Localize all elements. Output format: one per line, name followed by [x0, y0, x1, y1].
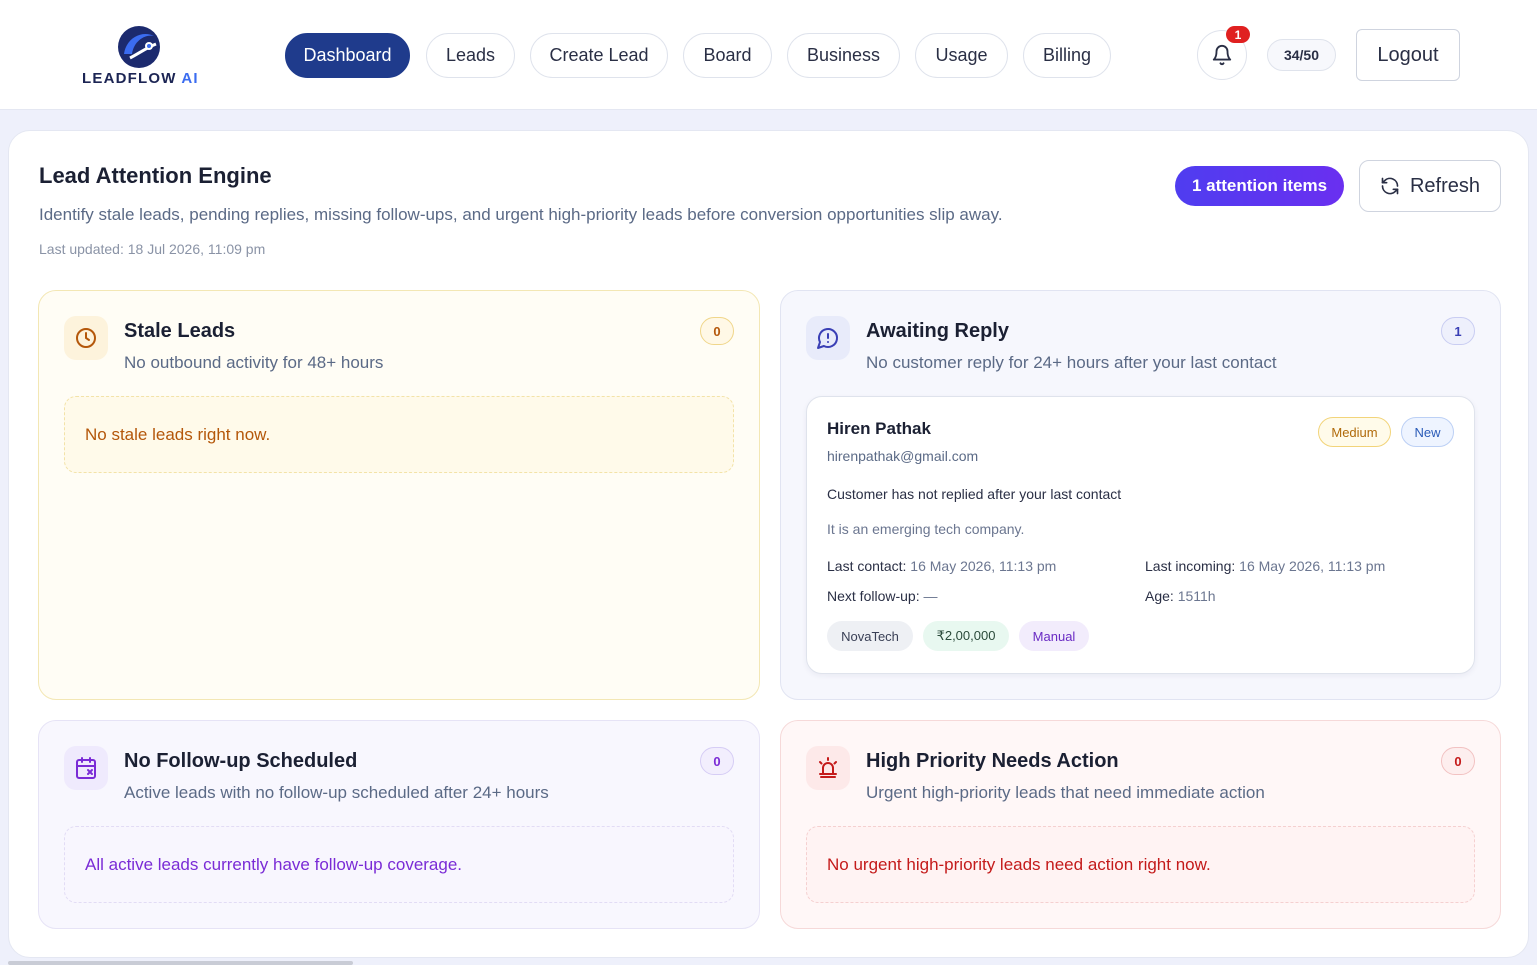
siren-icon	[819, 757, 837, 778]
next-followup: Next follow-up: —	[827, 588, 938, 604]
nav-dashboard[interactable]: Dashboard	[285, 33, 410, 78]
lead-note: It is an emerging tech company.	[827, 521, 1025, 537]
high-empty-message: No urgent high-priority leads need actio…	[806, 826, 1475, 903]
logout-button[interactable]: Logout	[1356, 29, 1460, 81]
high-count: 0	[1441, 747, 1475, 775]
last-incoming: Last incoming: 16 May 2026, 11:13 pm	[1145, 558, 1386, 574]
calendar-x-icon	[76, 757, 96, 779]
logo-mark-icon	[118, 26, 160, 68]
refresh-label: Refresh	[1409, 174, 1481, 197]
refresh-icon	[1381, 177, 1399, 195]
horizontal-scrollbar[interactable]	[8, 961, 353, 965]
nofollow-title: No Follow-up Scheduled	[124, 750, 358, 772]
page-subtitle: Identify stale leads, pending replies, m…	[39, 205, 1003, 224]
stale-desc: No outbound activity for 48+ hours	[124, 353, 384, 372]
clock-icon	[76, 328, 96, 348]
nav-business[interactable]: Business	[787, 33, 900, 78]
stale-empty-message: No stale leads right now.	[64, 396, 734, 473]
awaiting-title: Awaiting Reply	[866, 320, 1009, 342]
brand-name: LEADFLOW AI	[82, 70, 199, 87]
nofollow-desc: Active leads with no follow-up scheduled…	[124, 783, 549, 802]
nofollow-icon-wrap	[64, 746, 108, 790]
priority-badge: Medium	[1318, 417, 1391, 447]
lead-age: Age: 1511h	[1145, 588, 1216, 604]
refresh-button[interactable]: Refresh	[1359, 160, 1501, 212]
value-tag: ₹2,00,000	[923, 621, 1009, 651]
status-badge: New	[1401, 417, 1454, 447]
nav-usage[interactable]: Usage	[915, 33, 1008, 78]
stale-leads-panel	[38, 290, 760, 700]
attention-count-badge: 1 attention items	[1175, 166, 1344, 206]
nav-billing[interactable]: Billing	[1023, 33, 1111, 78]
message-alert-icon	[817, 328, 838, 349]
high-title: High Priority Needs Action	[866, 750, 1119, 772]
stale-icon-wrap	[64, 316, 108, 360]
nav-create-lead[interactable]: Create Lead	[530, 33, 668, 78]
awaiting-count: 1	[1441, 317, 1475, 345]
brand-logo[interactable]: LEADFLOW AI	[82, 24, 202, 88]
nav-leads[interactable]: Leads	[426, 33, 515, 78]
nofollow-count: 0	[700, 747, 734, 775]
awaiting-desc: No customer reply for 24+ hours after yo…	[866, 353, 1277, 372]
stale-title: Stale Leads	[124, 320, 236, 342]
high-desc: Urgent high-priority leads that need imm…	[866, 783, 1265, 802]
last-updated: Last updated: 18 Jul 2026, 11:09 pm	[39, 241, 266, 257]
last-contact: Last contact: 16 May 2026, 11:13 pm	[827, 558, 1057, 574]
source-tag: Manual	[1019, 621, 1089, 651]
lead-reason: Customer has not replied after your last…	[827, 486, 1122, 502]
lead-email: hirenpathak@gmail.com	[827, 448, 979, 464]
bell-icon	[1212, 45, 1232, 66]
high-icon-wrap	[806, 746, 850, 790]
lead-name[interactable]: Hiren Pathak	[827, 419, 931, 439]
nav-board[interactable]: Board	[683, 33, 772, 78]
usage-counter: 34/50	[1267, 39, 1336, 71]
nofollow-empty-message: All active leads currently have follow-u…	[64, 826, 734, 903]
awaiting-icon-wrap	[806, 316, 850, 360]
notification-count-badge: 1	[1226, 26, 1250, 43]
company-tag: NovaTech	[827, 621, 913, 651]
top-header: LEADFLOW AI Dashboard Leads Create Lead …	[0, 0, 1537, 110]
page-title: Lead Attention Engine	[39, 163, 272, 188]
stale-count: 0	[700, 317, 734, 345]
